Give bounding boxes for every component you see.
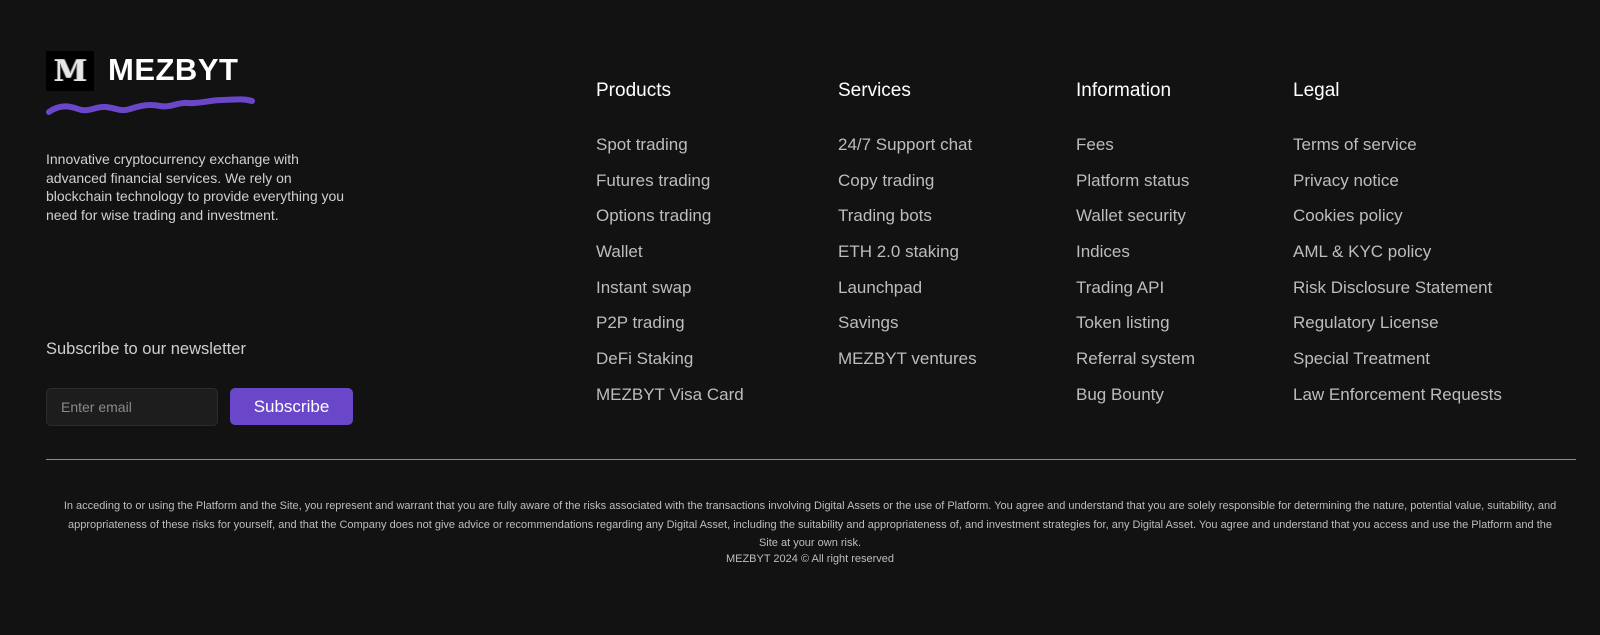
footer-column-products: Products Spot trading Futures trading Op…	[596, 80, 744, 419]
footer-divider	[46, 459, 1576, 460]
brand-tagline: Innovative cryptocurrency exchange with …	[46, 151, 345, 223]
link-spot-trading[interactable]: Spot trading	[596, 135, 688, 154]
footer-column-services: Services 24/7 Support chat Copy trading …	[838, 80, 977, 383]
link-platform-status[interactable]: Platform status	[1076, 171, 1189, 190]
link-defi-staking[interactable]: DeFi Staking	[596, 349, 693, 368]
link-wallet[interactable]: Wallet	[596, 242, 643, 261]
link-visa-card[interactable]: MEZBYT Visa Card	[596, 385, 744, 404]
subscribe-button[interactable]: Subscribe	[230, 388, 353, 425]
column-title-legal: Legal	[1293, 80, 1340, 101]
link-ventures[interactable]: MEZBYT ventures	[838, 349, 977, 368]
logo-mark: M	[46, 51, 94, 91]
link-trading-api[interactable]: Trading API	[1076, 278, 1164, 297]
link-regulatory-license[interactable]: Regulatory License	[1293, 313, 1439, 332]
link-copy-trading[interactable]: Copy trading	[838, 171, 934, 190]
brand-underline-squiggle	[46, 96, 255, 115]
site-footer: M MEZBYT Innovative cryptocurrency excha…	[0, 0, 1600, 635]
link-instant-swap[interactable]: Instant swap	[596, 278, 691, 297]
column-title-products: Products	[596, 80, 671, 101]
link-terms-of-service[interactable]: Terms of service	[1293, 135, 1417, 154]
link-risk-disclosure[interactable]: Risk Disclosure Statement	[1293, 278, 1492, 297]
link-options-trading[interactable]: Options trading	[596, 206, 711, 225]
link-launchpad[interactable]: Launchpad	[838, 278, 922, 297]
link-futures-trading[interactable]: Futures trading	[596, 171, 710, 190]
link-bug-bounty[interactable]: Bug Bounty	[1076, 385, 1164, 404]
brand-logo[interactable]: M MEZBYT	[46, 50, 306, 122]
link-law-enforcement-requests[interactable]: Law Enforcement Requests	[1293, 385, 1502, 404]
link-referral-system[interactable]: Referral system	[1076, 349, 1195, 368]
link-p2p-trading[interactable]: P2P trading	[596, 313, 685, 332]
link-special-treatment[interactable]: Special Treatment	[1293, 349, 1430, 368]
brand-name: MEZBYT	[108, 52, 239, 87]
link-eth-staking[interactable]: ETH 2.0 staking	[838, 242, 959, 261]
link-aml-kyc-policy[interactable]: AML & KYC policy	[1293, 242, 1431, 261]
link-fees[interactable]: Fees	[1076, 135, 1114, 154]
copyright-text: MEZBYT 2024 © All right reserved	[725, 553, 895, 565]
footer-column-legal: Legal Terms of service Privacy notice Co…	[1293, 80, 1502, 419]
footer-column-information: Information Fees Platform status Wallet …	[1076, 80, 1195, 419]
link-trading-bots[interactable]: Trading bots	[838, 206, 932, 225]
link-indices[interactable]: Indices	[1076, 242, 1130, 261]
link-token-listing[interactable]: Token listing	[1076, 313, 1170, 332]
link-cookies-policy[interactable]: Cookies policy	[1293, 206, 1403, 225]
risk-disclaimer: In acceding to or using the Platform and…	[63, 500, 1557, 549]
link-wallet-security[interactable]: Wallet security	[1076, 206, 1186, 225]
newsletter-email-input[interactable]	[46, 388, 218, 426]
column-title-services: Services	[838, 80, 911, 101]
column-title-information: Information	[1076, 80, 1172, 101]
link-privacy-notice[interactable]: Privacy notice	[1293, 171, 1399, 190]
link-support-chat[interactable]: 24/7 Support chat	[838, 135, 972, 154]
logo-letter: M	[53, 53, 87, 89]
newsletter-title: Subscribe to our newsletter	[46, 340, 246, 358]
link-savings[interactable]: Savings	[838, 313, 898, 332]
